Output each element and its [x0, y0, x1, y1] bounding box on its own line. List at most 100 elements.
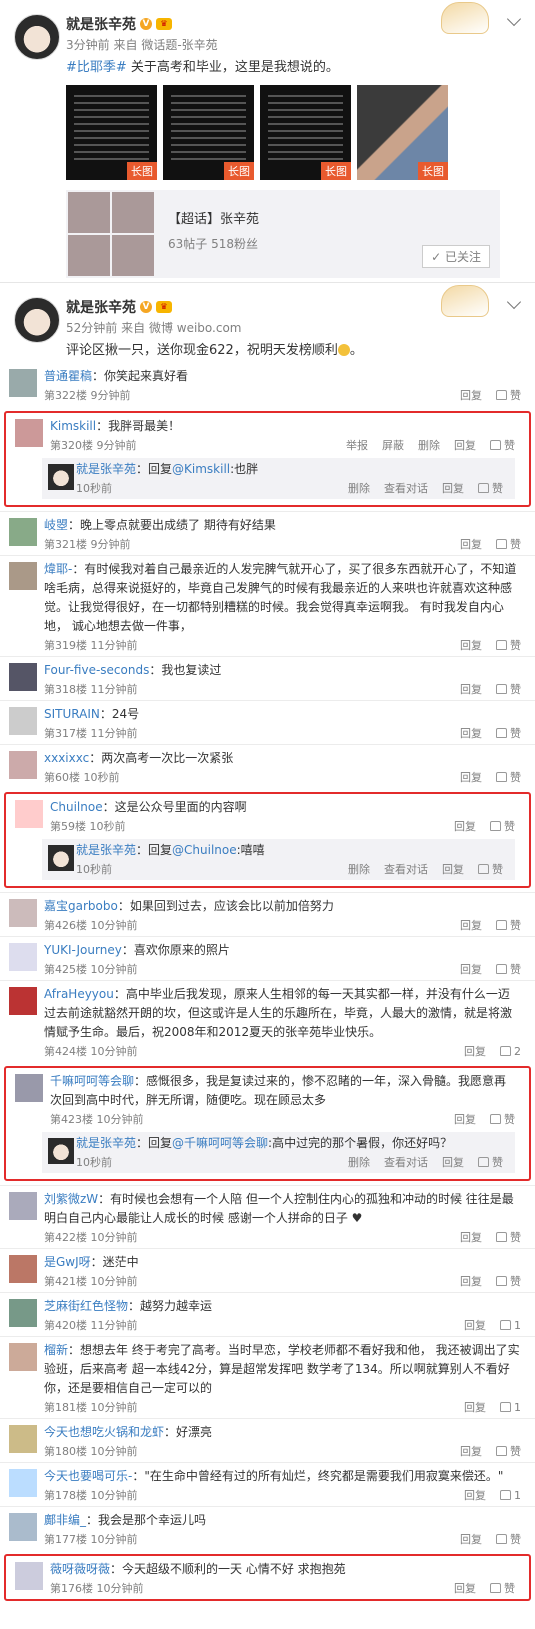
author-name[interactable]: 就是张辛苑 — [66, 14, 136, 34]
reply-author-name[interactable]: 就是张辛苑 — [76, 843, 136, 857]
like-button[interactable]: 赞 — [496, 1229, 521, 1245]
like-button[interactable]: 赞 — [490, 818, 515, 834]
commenter-avatar[interactable] — [9, 1299, 37, 1327]
like-button[interactable]: 赞 — [478, 1154, 503, 1170]
commenter-avatar[interactable] — [9, 1255, 37, 1283]
author-avatar[interactable] — [14, 14, 60, 60]
like-button[interactable]: 赞 — [496, 1273, 521, 1289]
reply-button[interactable]: 回复 — [460, 961, 482, 977]
commenter-name[interactable]: Kimskill — [50, 419, 96, 433]
commenter-name[interactable]: 榴新 — [44, 1343, 68, 1357]
like-button[interactable]: 1 — [500, 1319, 521, 1332]
delete-button[interactable]: 删除 — [348, 480, 370, 496]
long-image-4[interactable]: 长图 — [357, 85, 448, 180]
commenter-avatar[interactable] — [9, 1513, 37, 1541]
commenter-avatar[interactable] — [9, 987, 37, 1015]
commenter-name[interactable]: 今天也想吃火锅和龙虾 — [44, 1425, 164, 1439]
reply-button[interactable]: 回复 — [460, 536, 482, 552]
commenter-name[interactable]: AfraHeyyou — [44, 987, 114, 1001]
post-source[interactable]: 微话题-张辛苑 — [141, 38, 217, 52]
delete-button[interactable]: 删除 — [348, 1154, 370, 1170]
reply-avatar[interactable] — [48, 464, 74, 490]
commenter-avatar[interactable] — [9, 899, 37, 927]
commenter-name[interactable]: 今天也要喝可乐- — [44, 1469, 132, 1483]
commenter-avatar[interactable] — [15, 800, 43, 828]
block-button[interactable]: 屏蔽 — [382, 437, 404, 453]
view-button[interactable]: 查看对话 — [384, 861, 428, 877]
reply-button[interactable]: 回复 — [460, 387, 482, 403]
commenter-name[interactable]: 是GwJ呀 — [44, 1255, 91, 1269]
reply-author-name[interactable]: 就是张辛苑 — [76, 462, 136, 476]
commenter-name[interactable]: 芝麻街红色怪物 — [44, 1299, 128, 1313]
reply-button[interactable]: 回复 — [442, 1154, 464, 1170]
reply-avatar[interactable] — [48, 845, 74, 871]
commenter-name[interactable]: 刘紫微zW — [44, 1192, 98, 1206]
commenter-name[interactable]: YUKI-Journey — [44, 943, 122, 957]
post-time[interactable]: 52分钟前 — [66, 321, 117, 335]
commenter-name[interactable]: 嘉宝garbobo — [44, 899, 118, 913]
reply-author-name[interactable]: 就是张辛苑 — [76, 1136, 136, 1150]
reply-button[interactable]: 回复 — [460, 1273, 482, 1289]
view-button[interactable]: 查看对话 — [384, 1154, 428, 1170]
like-button[interactable]: 赞 — [496, 1443, 521, 1459]
hashtag-link[interactable]: #比耶季# — [66, 60, 127, 75]
commenter-avatar[interactable] — [9, 1192, 37, 1220]
commenter-name[interactable]: SITURAIN — [44, 707, 100, 721]
reply-button[interactable]: 回复 — [460, 725, 482, 741]
like-button[interactable]: 赞 — [496, 536, 521, 552]
reply-button[interactable]: 回复 — [454, 437, 476, 453]
view-button[interactable]: 查看对话 — [384, 480, 428, 496]
commenter-name[interactable]: 煒耶- — [44, 562, 72, 576]
reply-button[interactable]: 回复 — [464, 1043, 486, 1059]
reply-button[interactable]: 回复 — [464, 1317, 486, 1333]
reply-button[interactable]: 回复 — [460, 1531, 482, 1547]
commenter-name[interactable]: Four-five-seconds — [44, 663, 149, 677]
like-button[interactable]: 赞 — [496, 917, 521, 933]
post-source[interactable]: 微博 weibo.com — [149, 321, 242, 335]
reply-mention[interactable]: @Chuilnoe — [172, 843, 237, 857]
author-avatar[interactable] — [14, 297, 60, 343]
commenter-avatar[interactable] — [9, 707, 37, 735]
commenter-avatar[interactable] — [15, 419, 43, 447]
like-button[interactable]: 赞 — [490, 437, 515, 453]
commenter-name[interactable]: 普通瞿稿 — [44, 369, 92, 383]
reply-button[interactable]: 回复 — [460, 1443, 482, 1459]
like-button[interactable]: 赞 — [496, 725, 521, 741]
commenter-avatar[interactable] — [9, 943, 37, 971]
reply-button[interactable]: 回复 — [442, 861, 464, 877]
reply-avatar[interactable] — [48, 1138, 74, 1164]
reply-button[interactable]: 回复 — [454, 1580, 476, 1596]
like-button[interactable]: 赞 — [496, 961, 521, 977]
like-button[interactable]: 赞 — [490, 1580, 515, 1596]
reply-button[interactable]: 回复 — [460, 1229, 482, 1245]
commenter-avatar[interactable] — [15, 1562, 43, 1590]
like-button[interactable]: 赞 — [478, 861, 503, 877]
like-button[interactable]: 赞 — [478, 480, 503, 496]
commenter-name[interactable]: 鄺非编_ — [44, 1513, 86, 1527]
reply-button[interactable]: 回复 — [460, 681, 482, 697]
commenter-avatar[interactable] — [9, 1469, 37, 1497]
commenter-name[interactable]: 岐曌 — [44, 518, 68, 532]
commenter-avatar[interactable] — [9, 369, 37, 397]
post-time[interactable]: 3分钟前 — [66, 38, 110, 52]
commenter-name[interactable]: xxxixxc — [44, 751, 89, 765]
reply-button[interactable]: 回复 — [454, 818, 476, 834]
commenter-avatar[interactable] — [9, 518, 37, 546]
commenter-avatar[interactable] — [9, 663, 37, 691]
like-button[interactable]: 赞 — [496, 769, 521, 785]
like-button[interactable]: 赞 — [496, 387, 521, 403]
delete-button[interactable]: 删除 — [418, 437, 440, 453]
commenter-name[interactable]: 薇呀薇呀薇 — [50, 1562, 110, 1576]
like-button[interactable]: 赞 — [490, 1111, 515, 1127]
long-image-3[interactable]: 长图 — [260, 85, 351, 180]
followed-button[interactable]: ✓ 已关注 — [422, 245, 490, 268]
commenter-name[interactable]: 千嘛呵呵等会聊 — [50, 1074, 134, 1088]
reply-button[interactable]: 回复 — [460, 637, 482, 653]
like-button[interactable]: 1 — [500, 1489, 521, 1502]
commenter-avatar[interactable] — [9, 751, 37, 779]
like-button[interactable]: 2 — [500, 1045, 521, 1058]
reply-button[interactable]: 回复 — [460, 917, 482, 933]
long-image-2[interactable]: 长图 — [163, 85, 254, 180]
commenter-name[interactable]: Chuilnoe — [50, 800, 103, 814]
commenter-avatar[interactable] — [9, 562, 37, 590]
